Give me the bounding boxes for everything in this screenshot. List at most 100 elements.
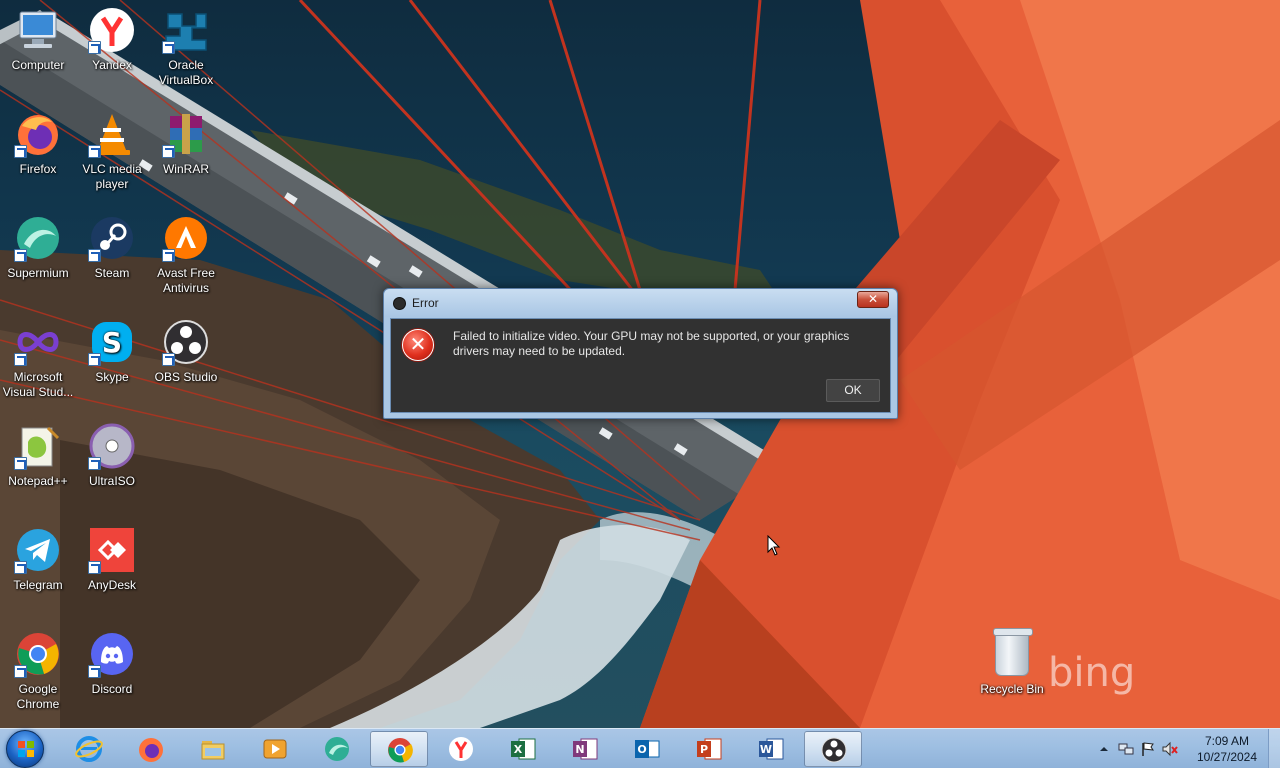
- desktop-icon-anydesk[interactable]: AnyDesk: [74, 520, 150, 593]
- volume-muted-icon[interactable]: [1162, 741, 1178, 757]
- yandex-browser-icon: [88, 6, 136, 54]
- taskbar-media-player[interactable]: [246, 731, 304, 767]
- anydesk-icon: [88, 526, 136, 574]
- network-icon[interactable]: [1118, 741, 1134, 757]
- desktop-icon-virtualbox[interactable]: Oracle VirtualBox: [148, 0, 224, 88]
- taskbar-supermium[interactable]: [308, 731, 366, 767]
- desktop-icon-skype[interactable]: S Skype: [74, 312, 150, 385]
- supermium-icon: [325, 737, 349, 761]
- computer-icon: [14, 6, 62, 54]
- excel-icon: X: [511, 738, 536, 760]
- desktop-icon-label: Microsoft Visual Stud...: [2, 370, 74, 399]
- mouse-cursor-icon: [767, 535, 781, 556]
- windows-logo-icon: [18, 741, 34, 757]
- dialog-titlebar[interactable]: Error ✕: [384, 289, 897, 317]
- desktop-icon-label: Recycle Bin: [980, 682, 1044, 696]
- desktop-icon-grid: Computer Yandex Oracle VirtualBox Firefo…: [0, 0, 230, 728]
- avast-icon: [162, 214, 210, 262]
- desktop-icon-telegram[interactable]: Telegram: [0, 520, 76, 593]
- desktop-icon-label: Steam: [94, 266, 130, 280]
- bing-watermark: bing: [1048, 650, 1136, 696]
- desktop-icon-chrome[interactable]: Google Chrome: [0, 624, 76, 712]
- telegram-icon: [14, 526, 62, 574]
- desktop-icon-label: OBS Studio: [154, 370, 218, 384]
- taskbar-word[interactable]: W: [742, 731, 800, 767]
- firefox-icon: [139, 738, 163, 762]
- desktop-icon-computer[interactable]: Computer: [0, 0, 76, 73]
- taskbar-outlook[interactable]: O: [618, 731, 676, 767]
- taskbar-powerpoint[interactable]: P: [680, 731, 738, 767]
- desktop-icon-label: Oracle VirtualBox: [158, 58, 214, 87]
- action-center-flag-icon[interactable]: [1140, 741, 1156, 757]
- desktop-icon-winrar[interactable]: WinRAR: [148, 104, 224, 177]
- desktop-icon-label: Google Chrome: [16, 682, 60, 711]
- taskbar-firefox[interactable]: [122, 731, 180, 767]
- show-desktop-button[interactable]: [1268, 729, 1280, 768]
- steam-icon: [88, 214, 136, 262]
- desktop-icon-visual-studio[interactable]: Microsoft Visual Stud...: [0, 312, 76, 400]
- visual-studio-icon: [14, 318, 62, 366]
- clock-time: 7:09 AM: [1204, 734, 1250, 748]
- taskbar-obs-studio[interactable]: [804, 731, 862, 767]
- obs-studio-icon: [162, 318, 210, 366]
- ok-button[interactable]: OK: [826, 379, 880, 402]
- taskbar-file-explorer[interactable]: [184, 731, 242, 767]
- close-button[interactable]: ✕: [857, 291, 889, 308]
- taskbar-chrome[interactable]: [370, 731, 428, 767]
- desktop-icon-label: Telegram: [13, 578, 63, 592]
- taskbar-onenote[interactable]: N: [556, 731, 614, 767]
- svg-text:N: N: [575, 743, 584, 756]
- desktop-icon-recycle-bin[interactable]: Recycle Bin: [976, 628, 1048, 696]
- skype-icon: S: [88, 318, 136, 366]
- error-message: Failed to initialize video. Your GPU may…: [453, 329, 850, 358]
- winrar-icon: [162, 110, 210, 158]
- desktop-icon-notepadpp[interactable]: Notepad++: [0, 416, 76, 489]
- clock-date: 10/27/2024: [1196, 750, 1258, 764]
- svg-text:W: W: [760, 743, 772, 756]
- desktop-icon-vlc[interactable]: VLC media player: [74, 104, 150, 192]
- taskbar-internet-explorer[interactable]: [60, 731, 118, 767]
- discord-icon: [88, 630, 136, 678]
- word-icon: W: [759, 738, 784, 760]
- desktop-icon-label: AnyDesk: [87, 578, 137, 592]
- internet-explorer-icon: [75, 736, 103, 762]
- desktop-icon-discord[interactable]: Discord: [74, 624, 150, 697]
- taskbar-yandex[interactable]: [432, 731, 490, 767]
- desktop-icon-avast[interactable]: Avast Free Antivirus: [148, 208, 224, 296]
- notepadpp-icon: [14, 422, 62, 470]
- taskbar-clock[interactable]: 7:09 AM 10/27/2024: [1194, 733, 1260, 765]
- error-icon: ✕: [402, 329, 434, 361]
- desktop-icon-label: Skype: [95, 370, 129, 384]
- recycle-bin-icon: [993, 628, 1033, 676]
- desktop-icon-label: Yandex: [92, 58, 132, 72]
- yandex-browser-icon: [449, 737, 473, 761]
- desktop-icon-firefox[interactable]: Firefox: [0, 104, 76, 177]
- firefox-icon: [14, 110, 62, 158]
- desktop-icon-yandex[interactable]: Yandex: [74, 0, 150, 73]
- obs-studio-icon: [821, 737, 847, 763]
- svg-text:X: X: [514, 743, 523, 756]
- supermium-icon: [14, 214, 62, 262]
- dialog-title: Error: [412, 296, 439, 310]
- show-hidden-icons-chevron-icon[interactable]: [1096, 741, 1112, 757]
- outlook-icon: O: [635, 740, 660, 758]
- virtualbox-icon: [162, 6, 210, 54]
- desktop-icon-label: Supermium: [7, 266, 69, 280]
- vlc-cone-icon: [88, 110, 136, 158]
- ultraiso-disc-icon: [88, 422, 136, 470]
- obs-app-icon: [393, 297, 406, 310]
- desktop-icon-label: Notepad++: [8, 474, 68, 488]
- desktop-icon-label: UltraISO: [88, 474, 135, 488]
- svg-text:P: P: [700, 743, 708, 756]
- desktop-icon-ultraiso[interactable]: UltraISO: [74, 416, 150, 489]
- desktop-icon-supermium[interactable]: Supermium: [0, 208, 76, 281]
- taskbar-excel[interactable]: X: [494, 731, 552, 767]
- powerpoint-icon: P: [697, 738, 722, 760]
- desktop-icon-steam[interactable]: Steam: [74, 208, 150, 281]
- media-player-icon: [263, 739, 287, 759]
- svg-text:O: O: [637, 743, 646, 756]
- desktop-icon-label: Avast Free Antivirus: [157, 266, 215, 295]
- desktop-icon-obs[interactable]: OBS Studio: [148, 312, 224, 385]
- desktop-icon-label: Computer: [11, 58, 65, 72]
- start-button[interactable]: [6, 730, 44, 768]
